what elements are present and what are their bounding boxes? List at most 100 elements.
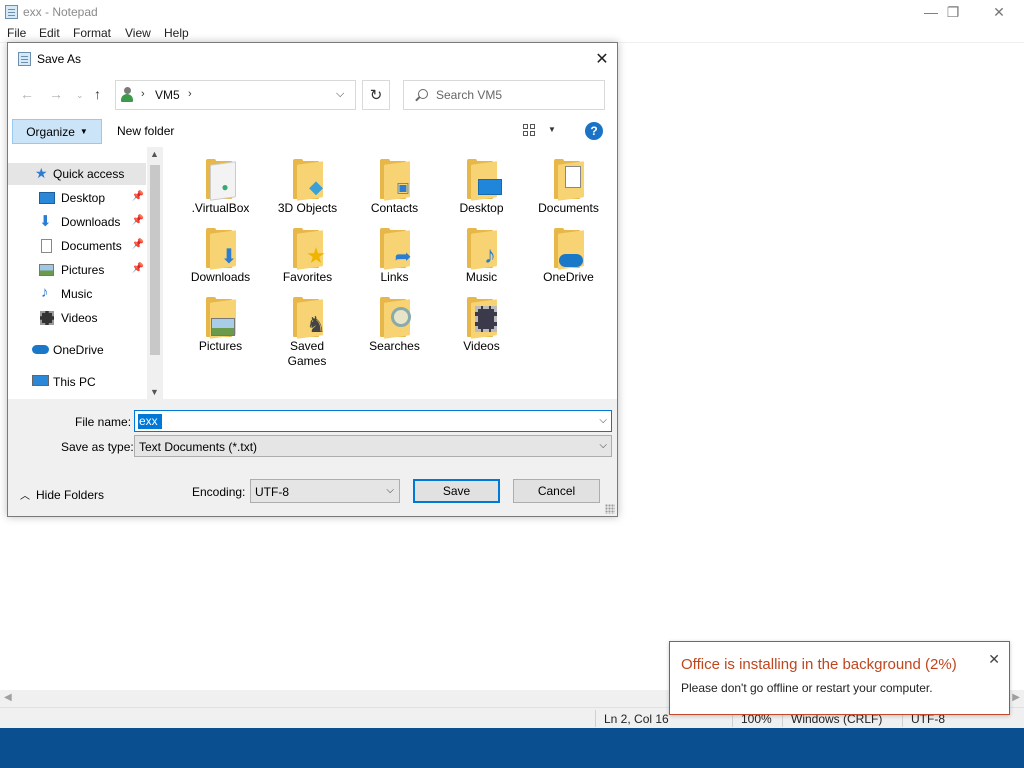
pin-icon[interactable]: 📌	[132, 215, 144, 226]
folder-item-saved-games[interactable]: ♞ Saved Games	[264, 291, 351, 368]
menu-edit[interactable]: Edit	[39, 26, 60, 40]
search-box[interactable]	[403, 80, 605, 110]
hide-folders-button[interactable]: ︿ Hide Folders	[20, 487, 104, 502]
folder-item-pictures[interactable]: Pictures	[177, 291, 264, 361]
folder-label: Contacts	[370, 201, 419, 215]
resize-grip[interactable]	[605, 504, 615, 514]
encoding-select[interactable]: UTF-8 ⌵	[250, 479, 400, 503]
download-arrow-icon: ⬇	[220, 245, 238, 268]
folder-item-documents[interactable]: Documents	[525, 153, 612, 223]
pin-icon[interactable]: 📌	[132, 191, 144, 202]
folder-item-3d-objects[interactable]: ◆ 3D Objects	[264, 153, 351, 223]
nav-item-documents[interactable]: Documents 📌	[8, 235, 146, 257]
cloud-icon	[559, 248, 583, 272]
taskbar	[0, 728, 1024, 768]
help-button[interactable]: ?	[585, 122, 603, 140]
dialog-title: Save As	[37, 52, 82, 66]
file-name-field[interactable]: exx ⌵	[134, 410, 612, 432]
folder-label: Favorites	[282, 270, 333, 284]
nav-item-label: OneDrive	[53, 343, 104, 357]
chevron-up-icon: ︿	[20, 491, 30, 502]
breadcrumb-separator[interactable]: ›	[141, 88, 145, 100]
save-as-dialog: Save As ✕ ← → ⌄ ↑ › VM5 › ⌵ ↻ Organize ▼…	[7, 42, 618, 517]
folder-label: Links	[380, 270, 409, 284]
notification-close-icon[interactable]: ✕	[988, 651, 1000, 668]
cancel-button[interactable]: Cancel	[513, 479, 600, 503]
star-icon: ★	[35, 165, 48, 181]
picture-icon	[211, 315, 235, 339]
notepad-icon	[5, 5, 18, 19]
nav-item-quick-access[interactable]: ★ Quick access	[8, 163, 146, 185]
scroll-right-icon[interactable]: ▶	[1012, 692, 1020, 703]
notepad-menubar: File Edit Format View Help	[0, 24, 1024, 42]
menu-format[interactable]: Format	[73, 26, 111, 40]
folder-label: Videos	[463, 339, 500, 353]
nav-item-onedrive[interactable]: OneDrive	[8, 339, 146, 361]
navigation-row: ← → ⌄ ↑ › VM5 › ⌵ ↻	[8, 75, 617, 115]
new-folder-button[interactable]: New folder	[117, 124, 174, 138]
desktop-icon	[39, 192, 55, 204]
nav-item-downloads[interactable]: ⬇ Downloads 📌	[8, 211, 146, 233]
nav-item-music[interactable]: ♪ Music	[8, 283, 146, 305]
breadcrumb-vm5[interactable]: VM5	[155, 88, 180, 102]
folder-item-virtualbox[interactable]: ● .VirtualBox	[177, 153, 264, 223]
up-arrow-icon[interactable]: ↑	[94, 86, 101, 102]
chevron-down-icon[interactable]: ⌵	[599, 415, 607, 426]
search-input[interactable]	[436, 87, 596, 103]
status-divider	[595, 710, 596, 727]
close-window-button[interactable]: ✕	[976, 0, 1022, 24]
file-name-value[interactable]: exx	[138, 414, 162, 429]
folder-item-links[interactable]: ➦ Links	[351, 222, 438, 292]
scroll-left-icon[interactable]: ◀	[4, 692, 12, 703]
navigation-pane: ★ Quick access Desktop 📌 ⬇ Downloads 📌 D…	[8, 147, 163, 399]
dialog-close-button[interactable]: ✕	[587, 43, 617, 75]
save-type-select[interactable]: Text Documents (*.txt) ⌵	[134, 435, 612, 457]
folder-label: Saved Games	[287, 339, 327, 368]
folder-item-videos[interactable]: Videos	[438, 291, 525, 361]
file-name-label: File name:	[75, 415, 132, 429]
notepad-title: exx - Notepad	[23, 5, 98, 19]
forward-arrow-icon[interactable]: →	[49, 86, 63, 102]
folder-item-desktop[interactable]: Desktop	[438, 153, 525, 223]
refresh-button[interactable]: ↻	[362, 80, 390, 110]
magnifier-icon	[389, 305, 413, 329]
menu-file[interactable]: File	[7, 26, 26, 40]
search-icon	[418, 89, 428, 99]
back-arrow-icon[interactable]: ←	[20, 86, 34, 102]
dialog-titlebar: Save As ✕	[8, 43, 617, 75]
address-bar[interactable]: › VM5 › ⌵	[115, 80, 356, 110]
pin-icon[interactable]: 📌	[132, 239, 144, 250]
notepad-titlebar: exx - Notepad — ❐ ✕	[0, 0, 1024, 24]
folder-item-downloads[interactable]: ⬇ Downloads	[177, 222, 264, 292]
breadcrumb-separator[interactable]: ›	[188, 88, 192, 100]
folder-item-favorites[interactable]: ★ Favorites	[264, 222, 351, 292]
nav-item-desktop[interactable]: Desktop 📌	[8, 187, 146, 209]
scrollbar-thumb[interactable]	[150, 165, 160, 355]
refresh-icon: ↻	[369, 87, 383, 104]
view-dropdown-icon[interactable]: ▼	[548, 125, 556, 134]
link-arrow-icon: ➦	[394, 245, 412, 268]
music-note-icon: ♪	[484, 242, 496, 269]
save-button[interactable]: Save	[413, 479, 500, 503]
maximize-button[interactable]: ❐	[930, 0, 976, 24]
nav-item-this-pc[interactable]: This PC	[8, 371, 146, 393]
folder-item-onedrive[interactable]: OneDrive	[525, 222, 612, 292]
view-options-icon[interactable]	[523, 124, 539, 138]
office-install-notification[interactable]: Office is installing in the background (…	[669, 641, 1010, 715]
scroll-down-icon[interactable]: ▼	[150, 387, 159, 397]
nav-item-videos[interactable]: Videos	[8, 307, 146, 329]
pin-icon[interactable]: 📌	[132, 263, 144, 274]
menu-view[interactable]: View	[125, 26, 151, 40]
organize-button[interactable]: Organize ▼	[12, 119, 102, 144]
folder-item-searches[interactable]: Searches	[351, 291, 438, 361]
nav-pane-scrollbar[interactable]: ▲ ▼	[147, 147, 163, 399]
scroll-up-icon[interactable]: ▲	[150, 149, 159, 159]
address-dropdown-icon[interactable]: ⌵	[336, 88, 344, 101]
folder-item-contacts[interactable]: ▣ Contacts	[351, 153, 438, 223]
video-icon	[40, 311, 54, 325]
menu-help[interactable]: Help	[164, 26, 189, 40]
file-pane: ● .VirtualBox ◆ 3D Objects ▣ Contacts De…	[163, 147, 617, 399]
folder-item-music[interactable]: ♪ Music	[438, 222, 525, 292]
nav-item-pictures[interactable]: Pictures 📌	[8, 259, 146, 281]
recent-dropdown-icon[interactable]: ⌄	[76, 90, 84, 101]
